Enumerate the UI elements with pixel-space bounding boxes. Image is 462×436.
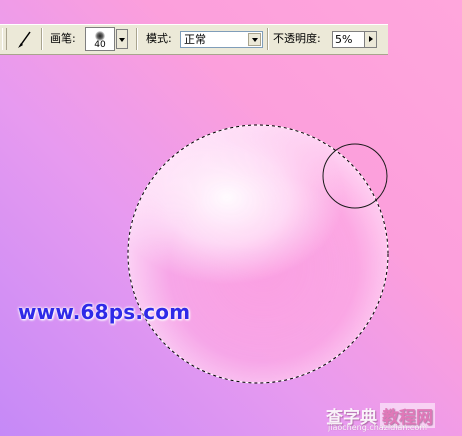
- watermark-url: jiaocheng.chazidian.com: [328, 423, 428, 432]
- selection-marquee[interactable]: [127, 124, 389, 384]
- brush-preset-dropdown-button[interactable]: [116, 29, 128, 49]
- chevron-down-icon: [119, 38, 125, 42]
- toolbar-separator: [267, 28, 269, 50]
- brush-preset-picker[interactable]: 40: [85, 27, 115, 51]
- chevron-down-icon: [252, 38, 258, 42]
- opacity-value: 5%: [335, 33, 353, 46]
- mode-label: 模式:: [146, 32, 172, 45]
- canvas-overlay: [127, 124, 389, 384]
- blend-mode-dropdown-button[interactable]: [248, 33, 261, 46]
- brush-size-value: 40: [94, 40, 106, 50]
- brush-cursor: [322, 143, 388, 209]
- toolbar-separator: [41, 28, 43, 50]
- blend-mode-value: 正常: [184, 33, 206, 46]
- opacity-slider-button[interactable]: [364, 31, 377, 48]
- toolbar-separator: [136, 28, 138, 50]
- brush-label: 画笔:: [50, 32, 76, 45]
- options-toolbar: 画笔: 40 模式: 正常 不透明度: 5%: [0, 24, 388, 55]
- site-brand-text: www.68ps.com: [18, 300, 191, 324]
- chevron-right-icon: [369, 36, 373, 42]
- opacity-label: 不透明度:: [273, 32, 321, 45]
- selection-marquee-white: [127, 124, 389, 384]
- brush-icon[interactable]: [14, 29, 36, 49]
- document-canvas[interactable]: www.68ps.com 查字典 教程网 jiaocheng.chazidian.…: [0, 0, 462, 436]
- blend-mode-select[interactable]: 正常: [180, 31, 263, 48]
- toolbar-grip[interactable]: [2, 28, 7, 50]
